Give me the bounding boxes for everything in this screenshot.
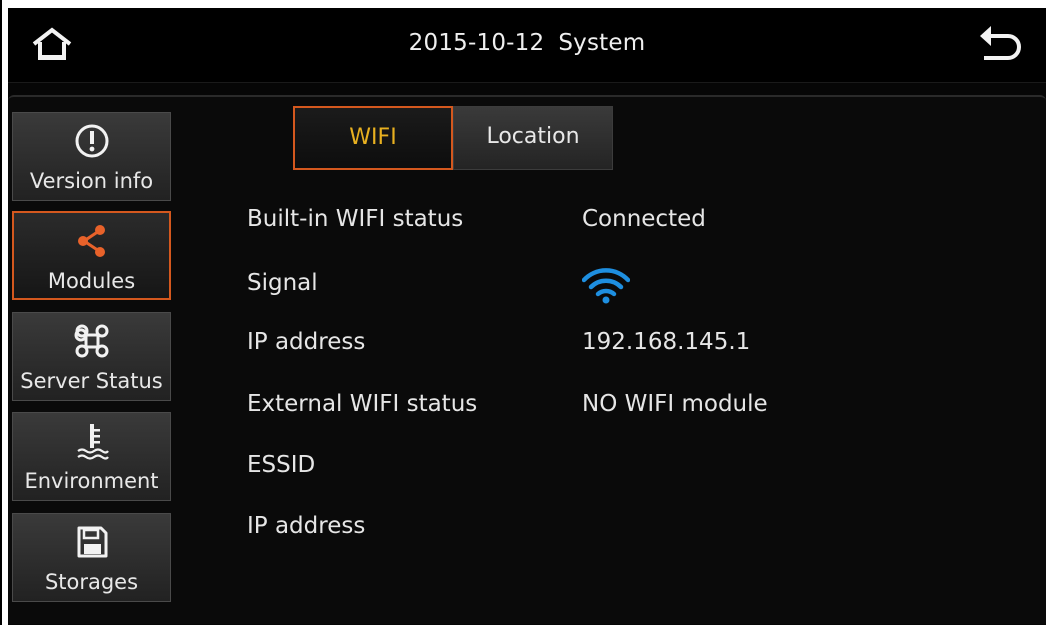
info-circle-icon	[13, 121, 170, 161]
back-arrow-icon	[980, 26, 1021, 60]
sidebar-item-environment[interactable]: Environment	[12, 412, 171, 501]
command-key-icon	[13, 321, 170, 361]
builtin-wifi-status-value: Connected	[582, 206, 706, 232]
ip-address-value: 192.168.145.1	[582, 329, 751, 355]
sidebar-item-label: Storages	[44, 570, 139, 594]
sidebar-item-version-info[interactable]: Version info	[12, 112, 171, 201]
signal-label: Signal	[247, 270, 318, 296]
top-bar: 2015-10-12 System	[8, 8, 1046, 83]
sidebar-item-label: Server Status	[20, 369, 163, 393]
tab-wifi[interactable]: WIFI	[293, 106, 453, 170]
back-button[interactable]	[974, 22, 1028, 66]
builtin-wifi-status-label: Built-in WIFI status	[247, 206, 464, 232]
share-nodes-icon	[14, 221, 169, 261]
tab-location[interactable]: Location	[453, 106, 613, 170]
essid-label: ESSID	[247, 452, 316, 478]
sidebar-item-label: Version info	[29, 169, 154, 193]
floppy-disk-icon	[13, 522, 170, 562]
screen-border	[0, 0, 2, 625]
wifi-signal-icon	[581, 268, 631, 304]
header-title: System	[558, 30, 646, 56]
sidebar-item-label: Modules	[47, 269, 136, 293]
external-ip-address-label: IP address	[247, 513, 366, 539]
ip-address-label: IP address	[247, 329, 366, 355]
header-date: 2015-10-12	[408, 30, 545, 56]
sidebar-item-server-status[interactable]: Server Status	[12, 312, 171, 401]
system-screen: 2015-10-12 System Version info Modules S…	[8, 8, 1046, 625]
sidebar-item-modules[interactable]: Modules	[12, 211, 171, 300]
temperature-water-icon	[13, 421, 170, 461]
page-title: 2015-10-12 System	[8, 30, 1046, 56]
external-wifi-status-value: NO WIFI module	[582, 391, 768, 417]
sidebar-item-storages[interactable]: Storages	[12, 513, 171, 602]
external-wifi-status-label: External WIFI status	[247, 391, 478, 417]
sidebar-item-label: Environment	[24, 469, 159, 493]
